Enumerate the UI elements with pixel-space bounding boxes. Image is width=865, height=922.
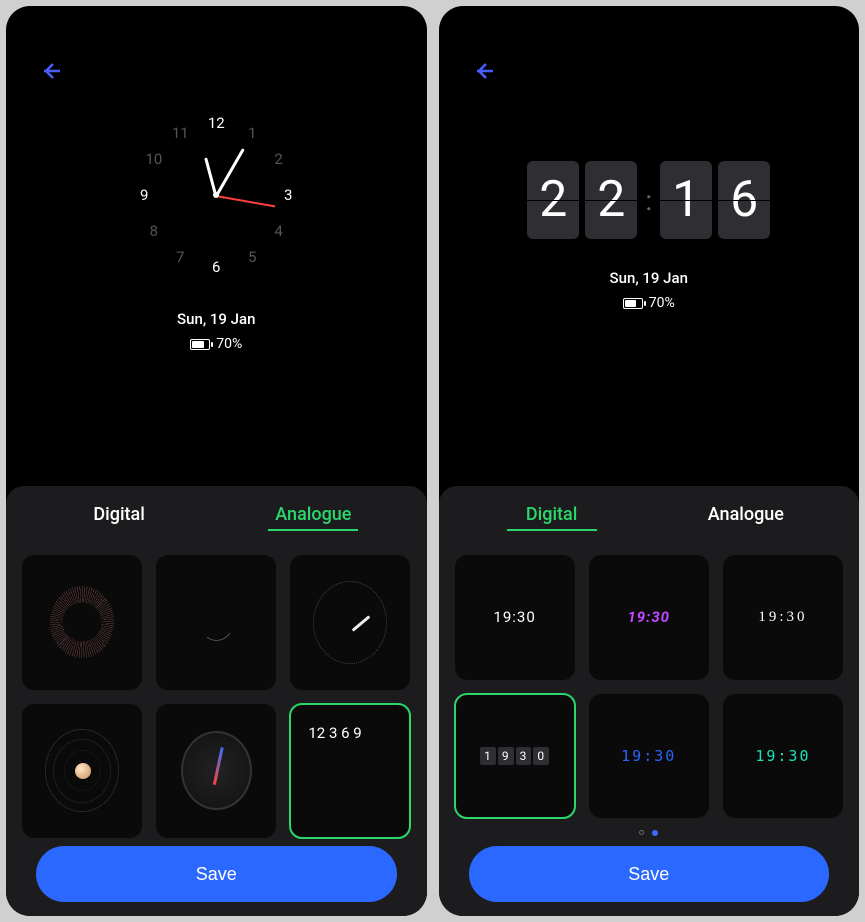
flip-colon: :: [643, 184, 654, 217]
clock-number-12: 12: [208, 114, 225, 132]
clock-center: [213, 192, 219, 198]
battery-percent: 70%: [216, 336, 242, 352]
phone-digital: 2 2 : 1 6 Sun, 19 Jan 70% Digital Analog…: [439, 6, 860, 916]
analogue-style-3[interactable]: [290, 555, 410, 690]
minute-hand: [215, 148, 245, 197]
date-label: Sun, 19 Jan: [177, 310, 255, 328]
analogue-style-5[interactable]: [156, 704, 276, 839]
clock-number-8: 8: [150, 222, 158, 240]
clock-number-3: 3: [284, 186, 292, 204]
clock-number-5: 5: [248, 248, 256, 266]
clock-preview: 2 2 : 1 6 Sun, 19 Jan 70%: [439, 6, 860, 486]
style-grid: 19:30 19:30 19:30 1 9 3 0 19:30 19:30: [455, 539, 844, 826]
analogue-style-1[interactable]: [22, 555, 142, 690]
clock-number-4: 4: [274, 222, 282, 240]
clock-number-10: 10: [145, 150, 162, 168]
save-button[interactable]: Save: [36, 846, 397, 902]
page-dot-2[interactable]: [652, 830, 658, 836]
analogue-style-6[interactable]: 12 3 6 9: [290, 704, 410, 839]
flip-clock: 2 2 : 1 6: [527, 161, 770, 239]
analogue-style-2[interactable]: [156, 555, 276, 690]
phone-analogue: 121234567891011 Sun, 19 Jan 70% Digital …: [6, 6, 427, 916]
back-button[interactable]: [469, 56, 499, 86]
style-sheet: Digital Analogue 19:30 19:30 19:30 1 9 3…: [439, 486, 860, 916]
clock-number-7: 7: [176, 248, 184, 266]
battery-status: 70%: [623, 295, 675, 311]
clock-number-9: 9: [140, 186, 148, 204]
tab-digital[interactable]: Digital: [455, 486, 649, 539]
page-indicator: [455, 826, 844, 846]
digital-style-serif[interactable]: 19:30: [723, 555, 843, 680]
clock-preview: 121234567891011 Sun, 19 Jan 70%: [6, 6, 427, 486]
tab-digital[interactable]: Digital: [22, 486, 216, 539]
style-tabs: Digital Analogue: [455, 486, 844, 539]
page-dot-1[interactable]: [639, 830, 644, 835]
battery-icon: [623, 298, 643, 309]
second-hand: [216, 195, 275, 207]
flip-thumb: 1 9 3 0: [480, 747, 549, 765]
back-button[interactable]: [36, 56, 66, 86]
style-tabs: Digital Analogue: [22, 486, 411, 539]
battery-percent: 70%: [649, 295, 675, 311]
clock-number-1: 1: [248, 124, 256, 142]
clock-number-11: 11: [172, 124, 189, 142]
flip-digit-h1: 2: [527, 161, 579, 239]
date-label: Sun, 19 Jan: [610, 269, 688, 287]
flip-digit-h2: 2: [585, 161, 637, 239]
tab-analogue[interactable]: Analogue: [216, 486, 410, 539]
digital-style-flip[interactable]: 1 9 3 0: [455, 694, 575, 819]
clock-number-6: 6: [212, 258, 220, 276]
back-arrow-icon: [472, 59, 496, 83]
digital-style-purple[interactable]: 19:30: [589, 555, 709, 680]
analogue-style-4[interactable]: [22, 704, 142, 839]
clock-number-2: 2: [274, 150, 282, 168]
mini-analogue-face: 12 3 6 9: [308, 724, 392, 818]
battery-status: 70%: [190, 336, 242, 352]
tab-analogue[interactable]: Analogue: [649, 486, 843, 539]
save-button[interactable]: Save: [469, 846, 830, 902]
style-grid: 12 3 6 9: [22, 539, 411, 846]
back-arrow-icon: [39, 59, 63, 83]
analogue-clock-face: 121234567891011: [131, 110, 301, 280]
flip-digit-m2: 6: [718, 161, 770, 239]
digital-style-plain[interactable]: 19:30: [455, 555, 575, 680]
flip-digit-m1: 1: [660, 161, 712, 239]
style-sheet: Digital Analogue 12 3 6 9 Save: [6, 486, 427, 916]
digital-style-dotblue[interactable]: 19:30: [589, 694, 709, 819]
digital-style-dotgreen[interactable]: 19:30: [723, 694, 843, 819]
battery-icon: [190, 339, 210, 350]
hour-hand: [204, 157, 217, 196]
